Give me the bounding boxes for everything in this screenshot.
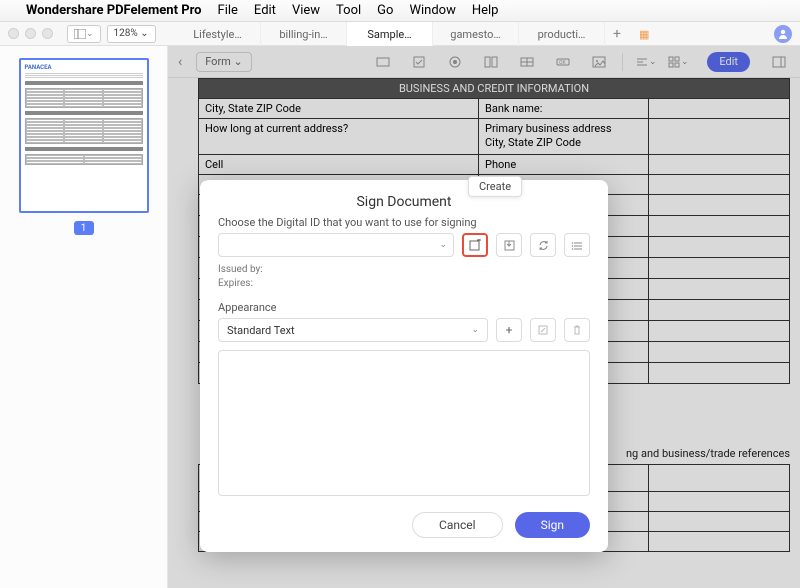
menu-help[interactable]: Help (472, 3, 499, 18)
refresh-button[interactable] (530, 233, 556, 257)
radio-icon[interactable] (444, 51, 466, 73)
sign-document-modal: Create Sign Document Choose the Digital … (200, 180, 608, 552)
menu-tool[interactable]: Tool (336, 3, 361, 18)
appearance-value: Standard Text (227, 324, 295, 337)
list-ids-button[interactable] (564, 233, 590, 257)
align-icon[interactable]: ⌄ (635, 51, 657, 73)
appearance-label: Appearance (218, 301, 590, 314)
chevron-down-icon: ⌄ (86, 29, 94, 39)
import-id-button[interactable] (496, 233, 522, 257)
add-tab-button[interactable]: + (605, 26, 629, 42)
thumb-doc-title: PANACEA (25, 64, 143, 71)
combo-icon[interactable] (480, 51, 502, 73)
list-icon[interactable] (516, 51, 538, 73)
cell-left: Cell (199, 155, 479, 174)
create-id-button[interactable] (462, 233, 488, 257)
close-window-icon[interactable] (8, 28, 19, 39)
menu-go[interactable]: Go (377, 3, 393, 18)
app-name: Wondershare PDFelement Pro (26, 3, 202, 18)
cell-left: How long at current address? (199, 119, 479, 154)
cell-left: City, State ZIP Code (199, 99, 479, 118)
properties-panel-icon[interactable] (768, 51, 790, 73)
tab-bar: Lifestyle… billing-in… Sample… gamesto… … (175, 22, 765, 46)
tab-4[interactable]: producti… (519, 22, 605, 46)
minimize-window-icon[interactable] (25, 28, 36, 39)
tab-2[interactable]: Sample… (347, 22, 433, 46)
user-avatar[interactable] (774, 25, 792, 43)
edit-appearance-button[interactable] (530, 318, 556, 342)
apps-grid-icon[interactable]: ▦ (639, 28, 649, 41)
arrange-icon[interactable]: ⌄ (667, 51, 689, 73)
form-toolbar: ‹ Form ⌄ OK ⌄ ⌄ Edit (168, 46, 800, 78)
cell-right: Phone (479, 155, 649, 174)
sign-button[interactable]: Sign (515, 512, 590, 538)
page-number-badge[interactable]: 1 (74, 221, 94, 235)
cell-right: Primary business address City, State ZIP… (479, 119, 649, 154)
menu-view[interactable]: View (292, 3, 320, 18)
form-mode-dropdown[interactable]: Form ⌄ (196, 52, 252, 72)
checkbox-icon[interactable] (408, 51, 430, 73)
thumbnail-sidebar: PANACEA (0, 46, 168, 588)
back-button[interactable]: ‹ (178, 54, 182, 70)
chevron-down-icon: ⌄ (471, 325, 479, 335)
zoom-window-icon[interactable] (42, 28, 53, 39)
modal-subtitle: Choose the Digital ID that you want to u… (218, 216, 590, 229)
app-window: ⌄ 128% ⌄ Lifestyle… billing-in… Sample… … (0, 22, 800, 588)
create-tooltip: Create (468, 176, 522, 197)
button-icon[interactable]: OK (552, 51, 574, 73)
signature-preview (218, 350, 590, 496)
page-thumbnail-1[interactable]: PANACEA (19, 58, 149, 213)
zoom-dropdown[interactable]: 128% ⌄ (107, 25, 156, 43)
section-header: BUSINESS AND CREDIT INFORMATION (198, 78, 790, 99)
add-appearance-button[interactable]: + (496, 318, 522, 342)
appearance-dropdown[interactable]: Standard Text ⌄ (218, 318, 488, 342)
sidebar-toggle-button[interactable]: ⌄ (67, 25, 101, 43)
svg-text:OK: OK (559, 60, 566, 66)
menu-file[interactable]: File (218, 3, 238, 18)
tab-3[interactable]: gamesto… (433, 22, 519, 46)
mac-menubar: Wondershare PDFelement Pro File Edit Vie… (0, 0, 800, 22)
menu-edit[interactable]: Edit (254, 3, 276, 18)
cancel-button[interactable]: Cancel (412, 512, 503, 538)
titlebar: ⌄ 128% ⌄ Lifestyle… billing-in… Sample… … (0, 22, 800, 46)
edit-button[interactable]: Edit (707, 52, 750, 72)
text-field-icon[interactable] (372, 51, 394, 73)
modal-title: Sign Document (218, 190, 590, 216)
digital-id-dropdown[interactable]: ⌄ (218, 233, 454, 257)
menu-window[interactable]: Window (409, 3, 455, 18)
tab-0[interactable]: Lifestyle… (175, 22, 261, 46)
delete-appearance-button[interactable] (564, 318, 590, 342)
expires-label: Expires: (218, 277, 590, 291)
cell-right: Bank name: (479, 99, 649, 118)
chevron-down-icon: ⌄ (439, 240, 447, 250)
image-icon[interactable] (588, 51, 610, 73)
tab-1[interactable]: billing-in… (261, 22, 347, 46)
issued-by-label: Issued by: (218, 263, 590, 277)
traffic-lights (8, 28, 53, 39)
